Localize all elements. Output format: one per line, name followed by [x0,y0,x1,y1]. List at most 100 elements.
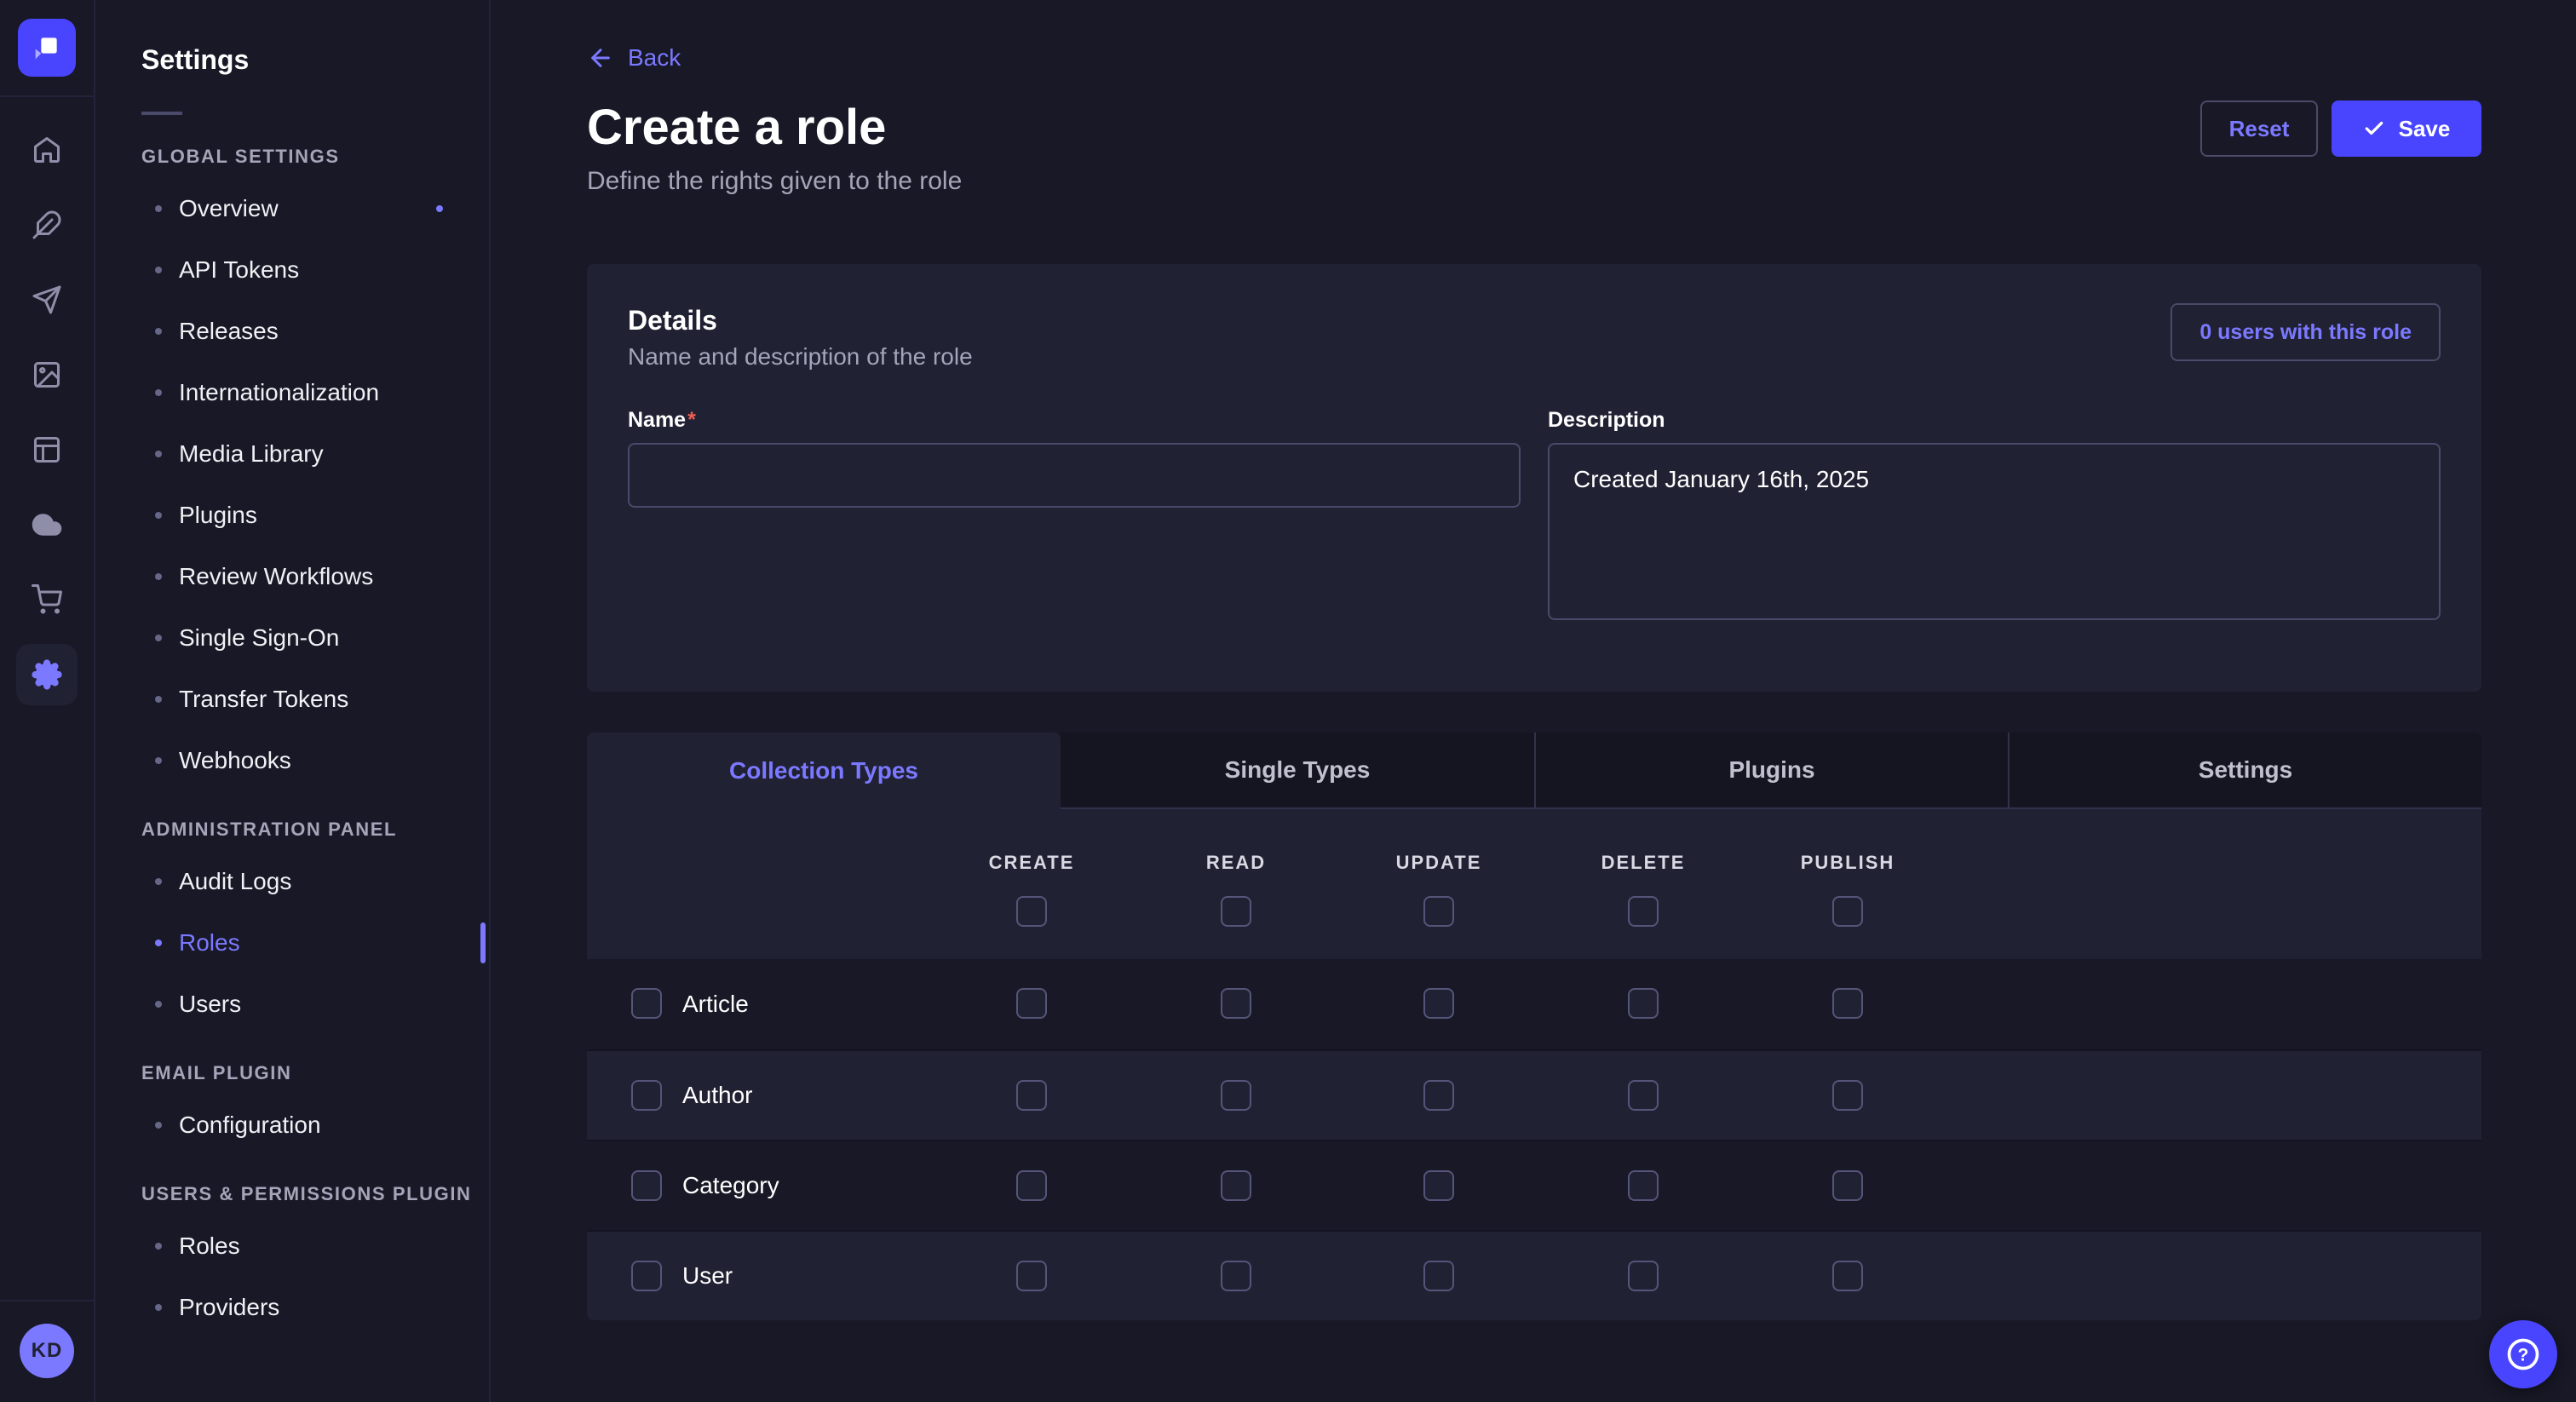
author-read-checkbox[interactable] [1221,1080,1251,1111]
tab-collection-types[interactable]: Collection Types [587,733,1061,809]
description-label: Description [1548,408,2441,433]
subnav-item-transfer-tokens[interactable]: Transfer Tokens [97,669,489,730]
category-update-checkbox[interactable] [1423,1170,1454,1201]
send-icon[interactable] [16,269,78,330]
name-label: Name* [628,408,1521,433]
select-all-delete-checkbox[interactable] [1628,896,1659,927]
help-button[interactable]: ? [2489,1320,2557,1388]
permission-row-user: User [587,1230,2481,1320]
user-read-checkbox[interactable] [1221,1261,1251,1291]
select-all-update-checkbox[interactable] [1423,896,1454,927]
subnav-item-plugins[interactable]: Plugins [97,485,489,546]
page-title: Create a role [587,99,886,157]
bullet-icon [155,757,162,764]
subnav-item-label: Webhooks [179,747,291,774]
permission-row-author: Author [587,1049,2481,1140]
article-delete-checkbox[interactable] [1628,988,1659,1019]
bullet-icon [155,512,162,519]
subnav-item-label: Internationalization [179,379,379,406]
select-all-publish-checkbox[interactable] [1832,896,1863,927]
subnav-item-label: Overview [179,195,279,222]
bullet-icon [155,1304,162,1311]
author-update-checkbox[interactable] [1423,1080,1454,1111]
cloud-icon[interactable] [16,494,78,555]
category-create-checkbox[interactable] [1016,1170,1047,1201]
subnav-item-single-sign-on[interactable]: Single Sign-On [97,607,489,669]
subnav-item-label: Users [179,991,241,1018]
article-publish-checkbox[interactable] [1832,988,1863,1019]
overview-notification-dot [436,205,443,212]
subnav-item-label: Releases [179,318,279,345]
subnav-item-label: Plugins [179,502,257,529]
row-label: User [682,1232,733,1320]
home-icon[interactable] [16,119,78,181]
media-library-icon[interactable] [16,344,78,405]
subnav-item-label: Audit Logs [179,868,291,895]
select-all-create-checkbox[interactable] [1016,896,1047,927]
bullet-icon [155,939,162,946]
strapi-logo-icon[interactable] [18,19,76,77]
subnav-item-providers[interactable]: Providers [97,1277,489,1338]
subnav-item-audit-logs[interactable]: Audit Logs [97,851,489,912]
name-input[interactable] [628,443,1521,508]
users-with-role-button[interactable]: 0 users with this role [2171,303,2441,361]
save-label: Save [2399,116,2451,142]
subnav-item-up-roles[interactable]: Roles [97,1215,489,1277]
tab-settings[interactable]: Settings [2008,733,2481,809]
check-icon [2363,118,2385,140]
article-read-checkbox[interactable] [1221,988,1251,1019]
name-field-group: Name* [628,408,1521,627]
subnav-item-users[interactable]: Users [97,974,489,1035]
subnav-item-internationalization[interactable]: Internationalization [97,362,489,423]
marketplace-cart-icon[interactable] [16,569,78,630]
user-update-checkbox[interactable] [1423,1261,1454,1291]
user-avatar[interactable]: KD [20,1324,74,1378]
row-select-checkbox[interactable] [631,988,662,1019]
back-arrow-icon [587,44,614,72]
subnav-item-releases[interactable]: Releases [97,301,489,362]
article-update-checkbox[interactable] [1423,988,1454,1019]
back-link[interactable]: Back [587,44,681,72]
category-read-checkbox[interactable] [1221,1170,1251,1201]
tab-single-types[interactable]: Single Types [1061,733,1534,809]
permissions-panel: Collection Types Single Types Plugins Se… [587,733,2481,1320]
section-label: EMAIL PLUGIN [97,1062,489,1084]
subnav-item-webhooks[interactable]: Webhooks [97,730,489,791]
bullet-icon [155,1122,162,1129]
category-delete-checkbox[interactable] [1628,1170,1659,1201]
save-button[interactable]: Save [2332,101,2481,157]
description-textarea[interactable]: Created January 16th, 2025 [1548,443,2441,620]
subnav-item-review-workflows[interactable]: Review Workflows [97,546,489,607]
user-create-checkbox[interactable] [1016,1261,1047,1291]
subnav-item-overview[interactable]: Overview [97,178,489,239]
user-publish-checkbox[interactable] [1832,1261,1863,1291]
user-delete-checkbox[interactable] [1628,1261,1659,1291]
layout-icon[interactable] [16,419,78,480]
subnav-item-api-tokens[interactable]: API Tokens [97,239,489,301]
subnav-item-label: API Tokens [179,256,299,284]
tab-plugins[interactable]: Plugins [1534,733,2008,809]
settings-gear-icon[interactable] [16,644,78,705]
subnav-item-configuration[interactable]: Configuration [97,1095,489,1156]
select-all-read-checkbox[interactable] [1221,896,1251,927]
subnav-item-label: Media Library [179,440,324,468]
article-create-checkbox[interactable] [1016,988,1047,1019]
feather-icon[interactable] [16,194,78,256]
category-publish-checkbox[interactable] [1832,1170,1863,1201]
reset-button[interactable]: Reset [2200,101,2318,157]
row-select-checkbox[interactable] [631,1170,662,1201]
author-delete-checkbox[interactable] [1628,1080,1659,1111]
permissions-header-row: CREATE READ UPDATE DELETE PUBLISH [587,809,2481,959]
author-create-checkbox[interactable] [1016,1080,1047,1111]
subnav-item-roles-active[interactable]: Roles [97,912,489,974]
rail-footer: KD [0,1300,95,1402]
subnav-item-label: Review Workflows [179,563,373,590]
author-publish-checkbox[interactable] [1832,1080,1863,1111]
subnav-item-label: Single Sign-On [179,624,339,652]
row-select-checkbox[interactable] [631,1261,662,1291]
page-subtitle: Define the rights given to the role [587,167,2481,196]
subnav-item-media-library[interactable]: Media Library [97,423,489,485]
row-select-checkbox[interactable] [631,1080,662,1111]
column-header-update: UPDATE [1396,852,1482,874]
bullet-icon [155,878,162,885]
